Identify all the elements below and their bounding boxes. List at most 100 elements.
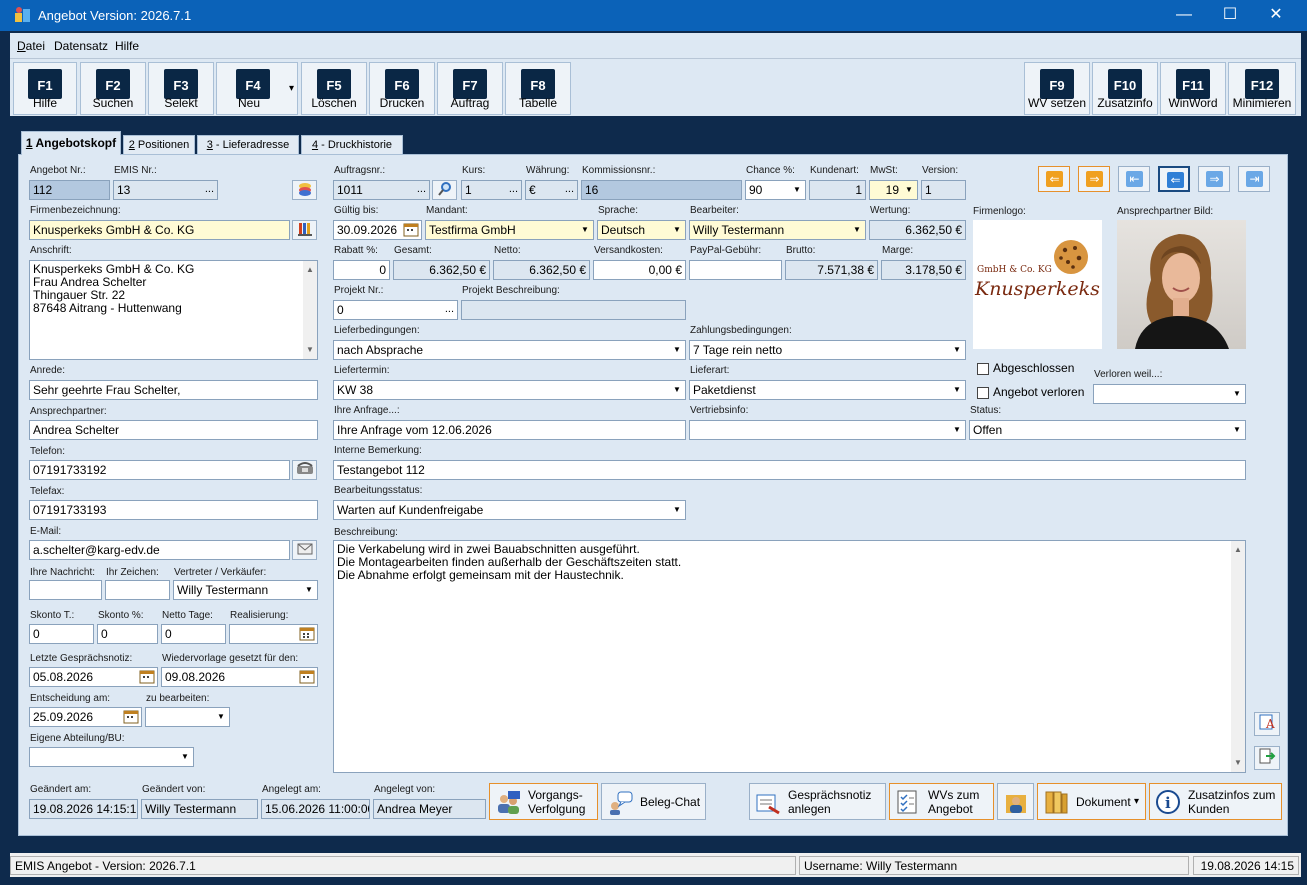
- chance-select[interactable]: 90 ▼: [745, 180, 806, 200]
- phone-icon[interactable]: [292, 460, 317, 480]
- email-field[interactable]: a.schelter@karg-edv.de: [29, 540, 290, 560]
- stack-icon[interactable]: [292, 180, 317, 200]
- kurs-lookup-icon[interactable]: ...: [509, 183, 518, 195]
- ihre-nachricht-field[interactable]: [29, 580, 102, 600]
- netto-field[interactable]: 6.362,50 €: [493, 260, 590, 280]
- nav-next-button[interactable]: ⇒: [1198, 166, 1230, 192]
- skonto-p-field[interactable]: 0: [97, 624, 158, 644]
- f7-auftrag-button[interactable]: F7 Auftrag: [437, 62, 503, 115]
- contact-folder-button[interactable]: [997, 783, 1034, 820]
- chevron-down-icon[interactable]: ▼: [303, 584, 315, 596]
- skonto-t-field[interactable]: 0: [29, 624, 94, 644]
- entscheidung-field[interactable]: 25.09.2026: [29, 707, 142, 727]
- scroll-up-icon[interactable]: ▲: [303, 263, 317, 277]
- mandant-select[interactable]: Testfirma GmbH ▼: [425, 220, 594, 240]
- f6-drucken-button[interactable]: F6 Drucken: [369, 62, 435, 115]
- bearbeitungsstatus-select[interactable]: Warten auf Kundenfreigabe ▼: [333, 500, 686, 520]
- paypal-field[interactable]: [689, 260, 782, 280]
- rabatt-field[interactable]: 0: [333, 260, 390, 280]
- projekt-nr-field[interactable]: 0...: [333, 300, 458, 320]
- sprache-select[interactable]: Deutsch ▼: [597, 220, 686, 240]
- lieferart-select[interactable]: Paketdienst ▼: [689, 380, 966, 400]
- f3-selekt-button[interactable]: F3 Selekt: [148, 62, 214, 115]
- chevron-down-icon[interactable]: ▼: [851, 224, 863, 236]
- emis-nr-field[interactable]: 13...: [113, 180, 218, 200]
- f4-neu-button[interactable]: F4 Neu ▾: [216, 62, 298, 115]
- ihre-anfrage-field[interactable]: Ihre Anfrage vom 12.06.2026: [333, 420, 686, 440]
- angebot-verloren-checkbox[interactable]: [977, 387, 989, 399]
- chevron-down-icon[interactable]: ▼: [903, 184, 915, 196]
- scroll-down-icon[interactable]: ▼: [303, 343, 317, 357]
- projekt-lookup-icon[interactable]: ...: [445, 303, 454, 315]
- nav-prev-button[interactable]: ⇐: [1158, 166, 1190, 192]
- anschrift-textarea[interactable]: Knusperkeks GmbH & Co. KG Frau Andrea Sc…: [29, 260, 318, 360]
- gueltig-bis-field[interactable]: 30.09.2026: [333, 220, 422, 240]
- tab-positionen[interactable]: 2 Positionen: [123, 135, 195, 155]
- f2-suchen-button[interactable]: F2 Suchen: [80, 62, 146, 115]
- zu-bearbeiten-select[interactable]: ▼: [145, 707, 230, 727]
- chevron-down-icon[interactable]: ▼: [671, 344, 683, 356]
- export-icon[interactable]: [1254, 746, 1280, 770]
- chevron-down-icon[interactable]: ▼: [579, 224, 591, 236]
- send-mail-icon[interactable]: [292, 540, 317, 560]
- chevron-down-icon[interactable]: ▼: [671, 504, 683, 516]
- marge-field[interactable]: 3.178,50 €: [881, 260, 966, 280]
- menu-datensatz[interactable]: Datensatz: [54, 39, 108, 53]
- f10-zusatzinfo-button[interactable]: F10 Zusatzinfo: [1092, 62, 1158, 115]
- verloren-weil-select[interactable]: ▼: [1093, 384, 1246, 404]
- tab-angebotskopf[interactable]: 1 Angebotskopf: [21, 131, 121, 155]
- wiedervorlage-field[interactable]: 09.08.2026: [161, 667, 318, 687]
- nav-next-orange-button[interactable]: ⇒: [1078, 166, 1110, 192]
- close-button[interactable]: ✕: [1253, 0, 1299, 31]
- tab-lieferadresse[interactable]: 3 - Lieferadresse: [197, 135, 299, 155]
- f11-winword-button[interactable]: F11 WinWord: [1160, 62, 1226, 115]
- letzte-notiz-field[interactable]: 05.08.2026: [29, 667, 158, 687]
- nav-last-button[interactable]: ⇥: [1238, 166, 1270, 192]
- chevron-down-icon[interactable]: ▼: [951, 384, 963, 396]
- magnifier-icon[interactable]: [432, 180, 457, 200]
- vertriebsinfo-select[interactable]: ▼: [689, 420, 966, 440]
- version-field[interactable]: 1: [921, 180, 966, 200]
- anschrift-scrollbar[interactable]: ▲ ▼: [303, 261, 317, 359]
- dokument-button[interactable]: Dokument ▾: [1037, 783, 1146, 820]
- tab-druckhistorie[interactable]: 4 - Druckhistorie: [301, 135, 403, 155]
- f9-wv-setzen-button[interactable]: F9 WV setzen: [1024, 62, 1090, 115]
- menu-datei[interactable]: Datei: [17, 39, 45, 53]
- realisierung-field[interactable]: [229, 624, 318, 644]
- versandkosten-field[interactable]: 0,00 €: [593, 260, 686, 280]
- emis-lookup-icon[interactable]: ...: [205, 183, 214, 195]
- telefax-field[interactable]: 07191733193: [29, 500, 318, 520]
- chevron-down-icon[interactable]: ▼: [1231, 424, 1243, 436]
- maximize-button[interactable]: ☐: [1207, 0, 1253, 31]
- chevron-down-icon[interactable]: ▼: [1231, 388, 1243, 400]
- f5-loeschen-button[interactable]: F5 Löschen: [301, 62, 367, 115]
- calendar-icon[interactable]: [299, 670, 315, 686]
- chevron-down-icon[interactable]: ▼: [179, 751, 191, 763]
- waehrung-lookup-icon[interactable]: ...: [565, 183, 574, 195]
- menu-hilfe[interactable]: Hilfe: [115, 39, 139, 53]
- ihr-zeichen-field[interactable]: [105, 580, 170, 600]
- calendar-icon[interactable]: [403, 223, 419, 239]
- angebot-nr-field[interactable]: 112: [29, 180, 110, 200]
- f1-hilfe-button[interactable]: F1 Hilfe: [13, 62, 77, 115]
- chevron-down-icon[interactable]: ▼: [951, 344, 963, 356]
- scroll-up-icon[interactable]: ▲: [1231, 543, 1245, 557]
- brutto-field[interactable]: 7.571,38 €: [785, 260, 878, 280]
- beleg-chat-button[interactable]: Beleg-Chat: [601, 783, 706, 820]
- chevron-down-icon[interactable]: ▼: [951, 424, 963, 436]
- beschreibung-textarea[interactable]: Die Verkabelung wird in zwei Bauabschnit…: [333, 540, 1246, 773]
- firmenbezeichnung-field[interactable]: Knusperkeks GmbH & Co. KG: [29, 220, 290, 240]
- f4-dropdown-icon[interactable]: ▾: [289, 83, 294, 94]
- abteilung-select[interactable]: ▼: [29, 747, 194, 767]
- kurs-field[interactable]: 1...: [461, 180, 522, 200]
- vertreter-select[interactable]: Willy Testermann ▼: [173, 580, 318, 600]
- ansprechpartner-field[interactable]: Andrea Schelter: [29, 420, 318, 440]
- mwst-select[interactable]: 19 ▼: [869, 180, 918, 200]
- nav-prev-orange-button[interactable]: ⇐: [1038, 166, 1070, 192]
- f8-tabelle-button[interactable]: F8 Tabelle: [505, 62, 571, 115]
- f12-minimieren-button[interactable]: F12 Minimieren: [1228, 62, 1296, 115]
- waehrung-field[interactable]: €...: [525, 180, 578, 200]
- chevron-down-icon[interactable]: ▼: [791, 184, 803, 196]
- liefertermin-select[interactable]: KW 38 ▼: [333, 380, 686, 400]
- calendar-icon[interactable]: [123, 710, 139, 726]
